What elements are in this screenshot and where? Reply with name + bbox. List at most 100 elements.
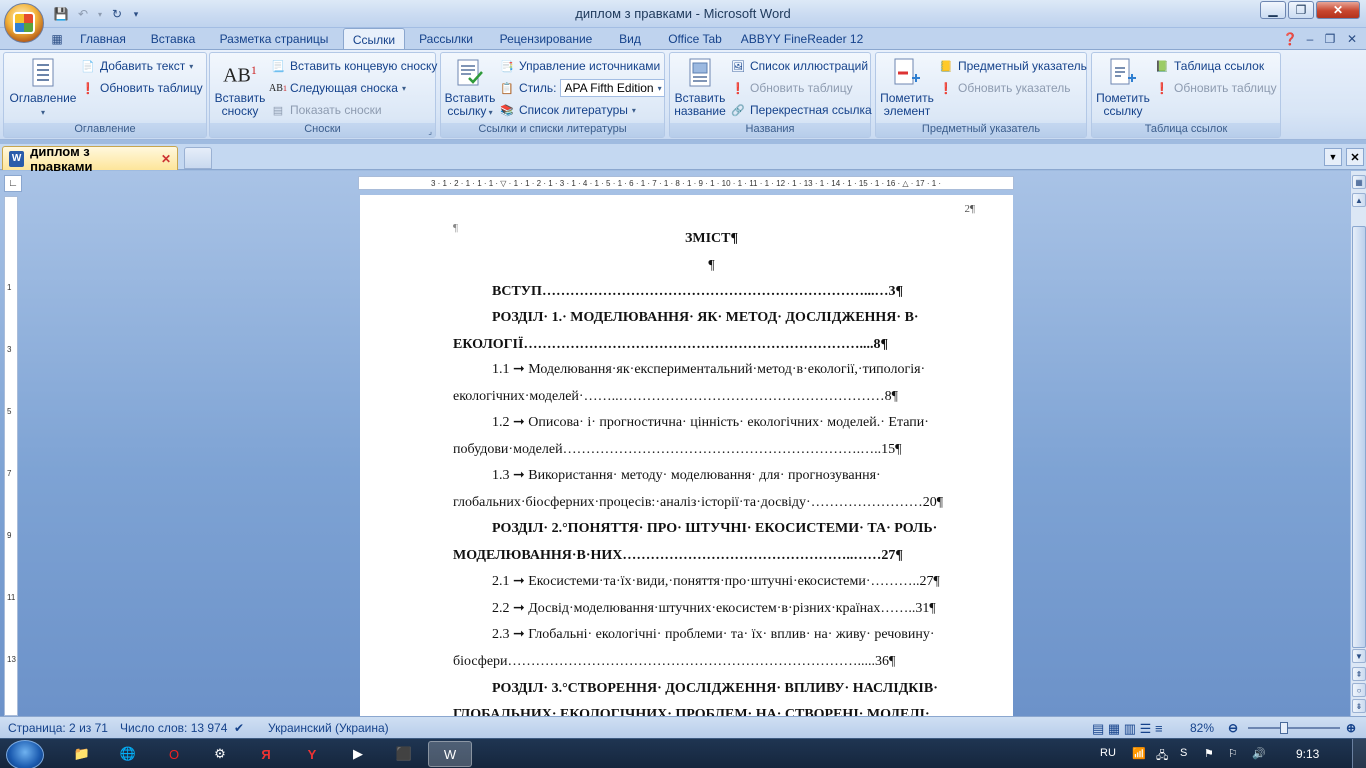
add-text-button[interactable]: 📄 Добавить текст ▾ xyxy=(80,57,193,75)
tab-abbyy[interactable]: ABBYY FineReader 12 xyxy=(740,28,864,50)
page-count[interactable]: Страница: 2 из 71 xyxy=(8,721,108,735)
toc-button[interactable]: Оглавление ▾ xyxy=(8,57,78,119)
previous-page-icon[interactable]: ⇞ xyxy=(1352,667,1366,681)
toc-line: 2.3 ➞ Глобальні· екологічні· проблеми· т… xyxy=(492,627,935,642)
bibliography-button[interactable]: 📚 Список литературы ▾ xyxy=(499,101,636,119)
new-tab-button[interactable] xyxy=(184,147,212,169)
manage-sources-button[interactable]: 📑 Управление источниками xyxy=(499,57,660,75)
zoom-in-icon[interactable]: ⊕ xyxy=(1346,721,1356,735)
next-page-icon[interactable]: ⇟ xyxy=(1352,699,1366,713)
mark-entry-button[interactable]: Пометить элемент xyxy=(878,57,936,118)
zoom-slider-thumb[interactable] xyxy=(1280,722,1288,734)
browse-object-icon[interactable]: ○ xyxy=(1352,683,1366,697)
vertical-scrollbar[interactable]: ▦ ▲ ▼ ⇞ ○ ⇟ xyxy=(1350,171,1366,716)
vertical-ruler[interactable]: 1 3 5 7 9 11 13 xyxy=(4,196,18,716)
next-footnote-button[interactable]: AB 1 Следующая сноска ▾ xyxy=(269,79,406,97)
input-language[interactable]: RU xyxy=(1100,747,1116,759)
tab-references[interactable]: Ссылки xyxy=(343,28,405,50)
table-of-authorities-button[interactable]: 📗 Таблица ссылок xyxy=(1154,57,1264,75)
opera-icon[interactable]: O xyxy=(152,741,196,767)
style-dropdown[interactable]: APA Fifth Edition ▾ xyxy=(560,79,665,97)
spellcheck-icon[interactable]: ✔ xyxy=(234,721,244,735)
minimize-button[interactable]: ▁ xyxy=(1260,1,1286,19)
flag-icon[interactable]: ⚐ xyxy=(1228,747,1238,760)
word-count[interactable]: Число слов: 13 974 xyxy=(120,721,227,735)
update-index-button[interactable]: ❗ Обновить указатель xyxy=(938,79,1070,97)
zoom-out-icon[interactable]: ⊖ xyxy=(1228,721,1238,735)
toc-line: побудови·моделей……………………………………………………….….… xyxy=(453,442,902,457)
tab-home[interactable]: Главная xyxy=(72,28,134,50)
toc-line: 2.1 ➞ Екосистеми·та·їх·види,·поняття·про… xyxy=(492,574,940,589)
insert-footnote-button[interactable]: AB1 Вставить сноску xyxy=(212,57,268,118)
add-text-label: Добавить текст xyxy=(100,59,186,73)
tab-view[interactable]: Вид xyxy=(610,28,650,50)
show-notes-button[interactable]: ▤ Показать сноски xyxy=(270,101,382,119)
vruler-mark: 9 xyxy=(7,531,12,540)
close-all-tabs-icon[interactable]: ✕ xyxy=(1346,148,1364,166)
yandex-icon[interactable]: Y xyxy=(290,741,334,767)
volume-icon[interactable]: 🔊 xyxy=(1252,747,1266,760)
doc-restore-icon[interactable]: ❐ xyxy=(1321,30,1339,48)
tray-app-icon[interactable]: ⚑ xyxy=(1204,747,1214,760)
pdf-icon[interactable]: ⬛ xyxy=(382,741,426,767)
horizontal-ruler[interactable]: 3 · 1 · 2 · 1 · 1 · 1 · ▽ · 1 · 1 · 2 · … xyxy=(358,176,1014,190)
maximize-button[interactable]: ❐ xyxy=(1288,1,1314,19)
doc-minimize-icon[interactable]: – xyxy=(1301,30,1319,48)
insert-endnote-button[interactable]: 📃 Вставить концевую сноску xyxy=(270,57,437,75)
word-taskbar-icon[interactable]: W xyxy=(428,741,472,767)
tab-office-tab[interactable]: Office Tab xyxy=(660,28,730,50)
document-page[interactable]: ¶ 2¶ ЗМІСТ¶ ¶ ВСТУП………………………………………………………… xyxy=(360,195,1013,716)
app-icon[interactable]: ⚙ xyxy=(198,741,242,767)
dialog-launcher-icon[interactable]: ⌟ xyxy=(428,127,432,136)
signal-icon[interactable]: 📶 xyxy=(1132,747,1146,760)
yandex-browser-icon[interactable]: Я xyxy=(244,741,288,767)
tab-mailings[interactable]: Рассылки xyxy=(412,28,480,50)
update-toc-button[interactable]: ❗ Обновить таблицу xyxy=(80,79,202,97)
zoom-level[interactable]: 82% xyxy=(1190,721,1214,735)
tab-selector-icon[interactable]: ∟ xyxy=(4,175,22,192)
qat-icon[interactable]: ▦ xyxy=(48,30,66,48)
vruler-mark: 3 xyxy=(7,345,12,354)
tab-insert[interactable]: Вставка xyxy=(142,28,204,50)
chevron-down-icon: ▾ xyxy=(657,83,662,93)
network-icon[interactable]: 🖧 xyxy=(1156,747,1168,766)
close-button[interactable]: ✕ xyxy=(1316,1,1360,19)
cross-reference-button[interactable]: 🔗 Перекрестная ссылка xyxy=(730,101,872,119)
chevron-down-icon: ▾ xyxy=(631,105,636,115)
view-buttons[interactable]: ▤ ▦ ▥ ☰ ≡ xyxy=(1092,721,1163,737)
update-figures-table-button[interactable]: ❗ Обновить таблицу xyxy=(730,79,852,97)
scroll-down-icon[interactable]: ▼ xyxy=(1352,649,1366,663)
update-authorities-button[interactable]: ❗ Обновить таблицу xyxy=(1154,79,1276,97)
tab-review[interactable]: Рецензирование xyxy=(490,28,602,50)
language-indicator[interactable]: Украинский (Украина) xyxy=(268,721,389,735)
media-icon[interactable]: ▶ xyxy=(336,741,380,767)
help-icon[interactable]: ❓ xyxy=(1281,30,1299,48)
mark-citation-button[interactable]: Пометить ссылку xyxy=(1094,57,1152,118)
toc-button-label: Оглавление xyxy=(9,91,77,105)
show-notes-icon: ▤ xyxy=(272,104,284,117)
office-button[interactable] xyxy=(4,3,44,43)
scroll-up-icon[interactable]: ▲ xyxy=(1352,193,1366,207)
explorer-icon[interactable]: 📁 xyxy=(60,741,104,767)
chrome-icon[interactable]: 🌐 xyxy=(106,741,150,767)
skype-icon[interactable]: S xyxy=(1180,747,1187,759)
doc-close-icon[interactable]: ✕ xyxy=(1343,30,1361,48)
tab-page-layout[interactable]: Разметка страницы xyxy=(212,28,336,50)
insert-citation-button[interactable]: Вставить ссылку ▾ xyxy=(443,57,497,119)
vruler-mark: 11 xyxy=(7,593,16,602)
start-button[interactable] xyxy=(6,740,44,768)
scroll-thumb[interactable] xyxy=(1352,226,1366,648)
tab-list-icon[interactable]: ▼ xyxy=(1324,148,1342,166)
group-authorities-title: Таблица ссылок xyxy=(1092,123,1280,137)
ruler-toggle-icon[interactable]: ▦ xyxy=(1352,175,1366,189)
table-of-figures-button[interactable]: 🖼 Список иллюстраций xyxy=(730,57,868,75)
manage-sources-icon: 📑 xyxy=(500,60,514,73)
insert-caption-button[interactable]: Вставить название xyxy=(672,57,728,118)
clock[interactable]: 9:13 xyxy=(1296,747,1319,761)
zoom-slider[interactable] xyxy=(1248,727,1340,729)
insert-index-button[interactable]: 📒 Предметный указатель xyxy=(938,57,1087,75)
document-tab[interactable]: W диплом з правками ✕ xyxy=(2,144,178,174)
close-tab-icon[interactable]: ✕ xyxy=(161,152,171,166)
group-toc-title: Оглавление xyxy=(4,123,206,137)
show-desktop-button[interactable] xyxy=(1352,739,1366,768)
